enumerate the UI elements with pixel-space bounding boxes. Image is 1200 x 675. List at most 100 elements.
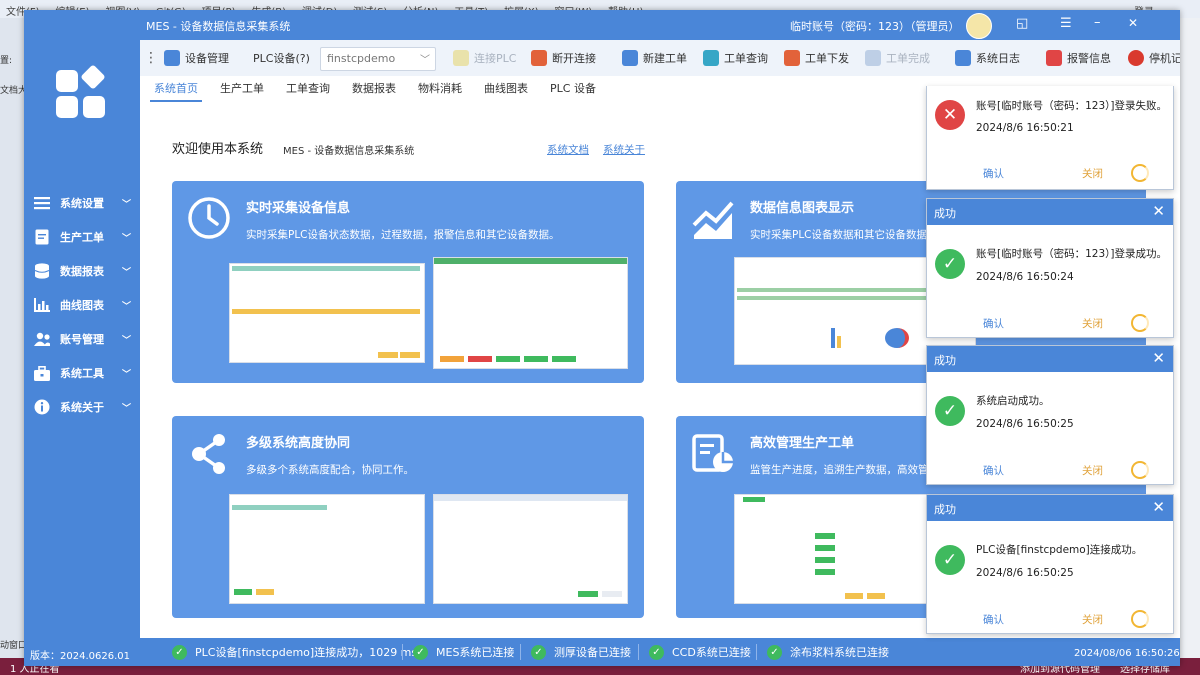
avatar[interactable] (966, 13, 992, 39)
toast-close-button[interactable]: 关闭 (1082, 316, 1103, 331)
status-thickness: ✓ 测厚设备已连接 (531, 642, 631, 662)
version-area: 版本：2024.0626.01 (24, 638, 140, 666)
unlink-icon (531, 50, 547, 66)
complete-work-order-button[interactable]: 工单完成 (865, 47, 930, 69)
toast-success-startup: 成功 ✕ ✓ 系统启动成功。 2024/8/6 16:50:25 确认 关闭 (926, 345, 1174, 485)
toast-header: 成功 ✕ (927, 495, 1173, 521)
about-link[interactable]: 系统关于 (603, 142, 645, 157)
divider (638, 644, 639, 660)
sidebar-item-label: 系统工具 (60, 367, 104, 380)
users-icon (34, 331, 50, 347)
button-label: 工单完成 (886, 52, 930, 65)
status-text: PLC设备[finstcpdemo]连接成功，1029 ms (195, 646, 418, 659)
share-icon (192, 434, 225, 474)
app-logo (56, 64, 106, 118)
close-icon[interactable]: ✕ (1152, 498, 1165, 516)
minimize-icon[interactable]: – (1094, 15, 1101, 30)
dispatch-work-order-button[interactable]: 工单下发 (784, 47, 849, 69)
check-circle-icon: ✓ (649, 644, 664, 660)
sidebar-item-label: 系统设置 (60, 197, 104, 210)
system-log-button[interactable]: 系统日志 (955, 47, 1020, 69)
sidebar-item-data-reports[interactable]: 数据报表 ﹀ (24, 256, 140, 286)
sidebar: 系统设置 ﹀ 生产工单 ﹀ 数据报表 ﹀ 曲线图表 ﹀ 账号管理 ﹀ 系统工具 … (24, 40, 140, 666)
device-manage-button[interactable]: 设备管理 (164, 47, 229, 69)
tab-work-order-query[interactable]: 工单查询 (282, 76, 334, 102)
divider (402, 644, 403, 660)
button-label: 系统日志 (976, 52, 1020, 65)
tab-work-orders[interactable]: 生产工单 (216, 76, 268, 102)
status-coating: ✓ 涂布浆料系统已连接 (767, 642, 889, 662)
check-circle-icon: ✓ (935, 249, 965, 279)
card-description: 监管生产进度，追溯生产数据，高效管理 (750, 464, 939, 476)
feature-card-realtime[interactable]: 实时采集设备信息 实时采集PLC设备状态数据，过程数据，报警信息和其它设备数据。 (172, 181, 644, 383)
chevron-down-icon: ﹀ (122, 267, 132, 278)
toast-close-button[interactable]: 关闭 (1082, 166, 1103, 181)
spinner-icon (1131, 164, 1149, 182)
check-circle-icon: ✓ (935, 545, 965, 575)
ide-left-label: 文档大 (0, 86, 28, 96)
ide-left-panel: 置: 文档大 动窗口 (0, 18, 28, 675)
chevron-down-icon: ﹀ (122, 233, 132, 244)
tab-plc-device[interactable]: PLC 设备 (546, 76, 600, 102)
plc-select[interactable]: finstcpdemo ﹀ (320, 47, 436, 71)
alarm-info-button[interactable]: 报警信息 (1046, 47, 1111, 69)
toast-close-button[interactable]: 关闭 (1082, 612, 1103, 627)
version-label: 版本：2024.0626.01 (30, 651, 130, 662)
sidebar-item-system-tools[interactable]: 系统工具 ﹀ (24, 358, 140, 388)
tab-material[interactable]: 物料消耗 (414, 76, 466, 102)
preview-screenshot (433, 494, 628, 604)
toast-confirm-button[interactable]: 确认 (983, 166, 1004, 181)
toast-error: ✕ 账号[临时账号（密码：123）]登录失败。 2024/8/6 16:50:2… (926, 86, 1174, 190)
status-text: 涂布浆料系统已连接 (790, 646, 889, 659)
close-icon[interactable]: ✕ (1152, 202, 1165, 220)
status-text: MES系统已连接 (436, 646, 515, 659)
toast-close-button[interactable]: 关闭 (1082, 463, 1103, 478)
sidebar-item-system-settings[interactable]: 系统设置 ﹀ (24, 188, 140, 218)
disconnect-button[interactable]: 断开连接 (531, 47, 596, 69)
toast-header: 成功 ✕ (927, 199, 1173, 225)
chevron-down-icon: ﹀ (122, 369, 132, 380)
tab-data-reports[interactable]: 数据报表 (348, 76, 400, 102)
feature-card-collaboration[interactable]: 多级系统高度协同 多级多个系统高度配合，协同工作。 (172, 416, 644, 618)
stop-machine-button[interactable]: 停机记 (1128, 47, 1180, 69)
tab-home[interactable]: 系统首页 (150, 76, 202, 102)
close-icon[interactable]: ✕ (1152, 349, 1165, 367)
more-vertical-icon[interactable]: ⋮ (144, 50, 158, 66)
docs-link[interactable]: 系统文档 (547, 142, 589, 157)
toast-confirm-button[interactable]: 确认 (983, 463, 1004, 478)
toast-message: 账号[临时账号（密码：123）]登录成功。 (976, 248, 1167, 260)
check-circle-icon: ✓ (531, 644, 546, 660)
toast-time: 2024/8/6 16:50:25 (976, 418, 1074, 430)
ide-right-panel (1180, 18, 1200, 658)
tab-curve-charts[interactable]: 曲线图表 (480, 76, 532, 102)
query-work-order-button[interactable]: 工单查询 (703, 47, 768, 69)
new-work-order-button[interactable]: 新建工单 (622, 47, 687, 69)
status-text: 测厚设备已连接 (554, 646, 631, 659)
window-icon[interactable]: ◱ (1016, 16, 1028, 31)
toast-confirm-button[interactable]: 确认 (983, 316, 1004, 331)
toast-time: 2024/8/6 16:50:25 (976, 567, 1074, 579)
welcome-title: 欢迎使用本系统 (172, 142, 264, 157)
chevron-down-icon: ﹀ (122, 403, 132, 414)
check-circle-icon: ✓ (935, 396, 965, 426)
sidebar-item-accounts[interactable]: 账号管理 ﹀ (24, 324, 140, 354)
toast-message: 系统启动成功。 (976, 395, 1050, 407)
menu-icon[interactable]: ☰ (1060, 16, 1072, 31)
statusbar: ✓ PLC设备[finstcpdemo]连接成功，1029 ms ✓ MES系统… (140, 638, 1180, 666)
connect-plc-button[interactable]: 连接PLC (453, 47, 516, 69)
toast-confirm-button[interactable]: 确认 (983, 612, 1004, 627)
divider (756, 644, 757, 660)
plc-device-label: PLC设备(?) (253, 47, 310, 69)
sidebar-item-about[interactable]: 系统关于 ﹀ (24, 392, 140, 422)
check-circle-icon: ✓ (172, 644, 187, 660)
sidebar-item-work-orders[interactable]: 生产工单 ﹀ (24, 222, 140, 252)
sidebar-item-curve-charts[interactable]: 曲线图表 ﹀ (24, 290, 140, 320)
sidebar-item-label: 生产工单 (60, 231, 104, 244)
close-icon[interactable]: ✕ (1128, 16, 1138, 30)
status-plc: ✓ PLC设备[finstcpdemo]连接成功，1029 ms (172, 642, 417, 662)
status-mes: ✓ MES系统已连接 (413, 642, 514, 662)
done-icon (865, 50, 881, 66)
card-description: 实时采集PLC设备数据和其它设备数据， (750, 229, 938, 241)
sidebar-item-label: 数据报表 (60, 265, 104, 278)
toast-header: 成功 ✕ (927, 346, 1173, 372)
